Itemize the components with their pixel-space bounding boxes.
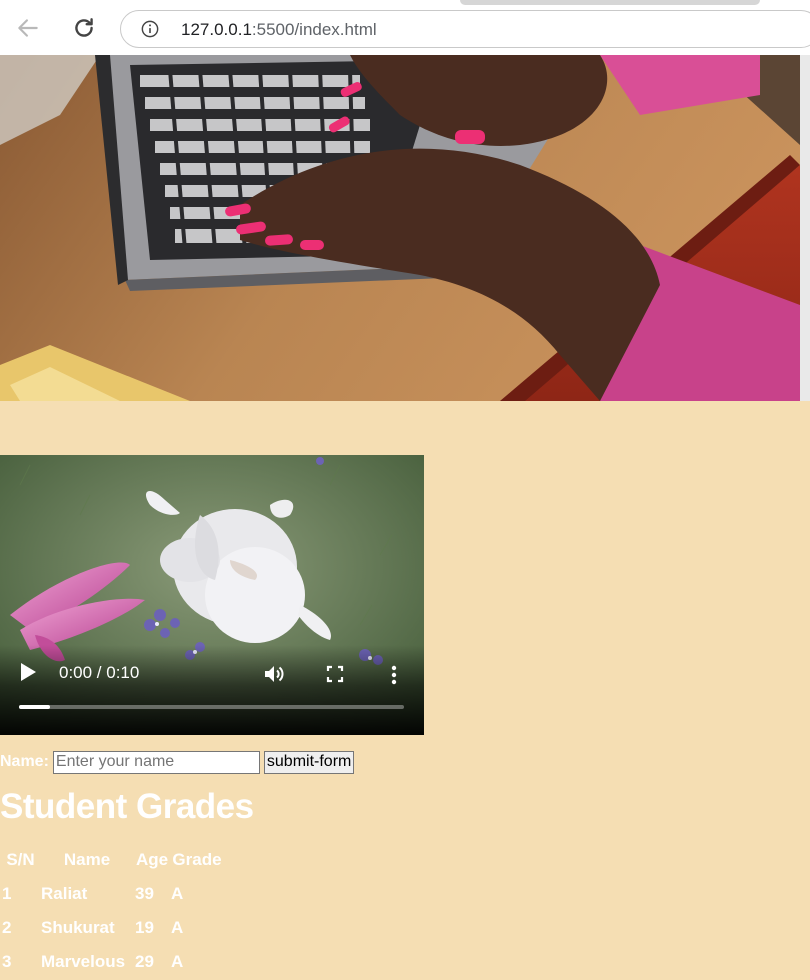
- url-path: :5500/index.html: [251, 20, 377, 39]
- name-input[interactable]: [52, 750, 260, 774]
- video-time: 0:00 / 0:10: [59, 663, 140, 682]
- arrow-left-icon: [18, 19, 38, 37]
- table-header-row: S/N Name Age Grade: [2, 844, 223, 876]
- column-header-grade: Grade: [172, 850, 222, 869]
- cell-grade: A: [171, 884, 184, 903]
- cell-grade: A: [171, 952, 184, 971]
- video-progress-fill: [19, 705, 50, 709]
- video-progress-bar[interactable]: [19, 705, 404, 709]
- name-form: Name: submit-form: [0, 750, 355, 774]
- cell-name: Shukurat: [41, 918, 115, 937]
- column-header-age: Age: [135, 850, 169, 869]
- grades-table: S/N Name Age Grade 1 Raliat 39 A 2 Shuku…: [0, 842, 225, 980]
- cell-age: 19: [135, 918, 154, 937]
- back-button[interactable]: [14, 14, 42, 42]
- grades-heading: Student Grades: [0, 787, 254, 826]
- submit-form-button[interactable]: submit-form: [263, 750, 355, 774]
- reload-button[interactable]: [70, 14, 98, 42]
- url-host: 127.0.0.1: [181, 20, 252, 39]
- cell-sn: 3: [2, 952, 12, 971]
- column-header-sn: S/N: [6, 850, 35, 869]
- fullscreen-icon[interactable]: [325, 664, 345, 684]
- cell-age: 39: [135, 884, 154, 903]
- tab-strip: [460, 0, 760, 5]
- cell-grade: A: [171, 918, 184, 937]
- address-bar[interactable]: 127.0.0.1:5500/index.html: [120, 10, 810, 48]
- table-row: 1 Raliat 39 A: [2, 878, 223, 910]
- cell-sn: 1: [2, 884, 12, 903]
- cell-name: Marvelous: [41, 952, 126, 971]
- cell-sn: 2: [2, 918, 12, 937]
- video-controls: [0, 645, 424, 735]
- column-header-name: Name: [63, 850, 111, 869]
- table-row: 2 Shukurat 19 A: [2, 912, 223, 944]
- hero-image: [0, 55, 800, 401]
- volume-icon[interactable]: [262, 662, 286, 686]
- cell-age: 29: [135, 952, 154, 971]
- video-player[interactable]: 0:00 / 0:10: [0, 455, 424, 735]
- info-icon[interactable]: [141, 20, 159, 38]
- name-label: Name:: [0, 753, 49, 770]
- reload-icon: [75, 18, 93, 37]
- url-text: 127.0.0.1:5500/index.html: [181, 20, 377, 40]
- scrollbar[interactable]: [800, 55, 810, 401]
- more-options-icon[interactable]: [387, 664, 401, 686]
- table-row: 3 Marvelous 29 A: [2, 946, 223, 978]
- browser-toolbar: 127.0.0.1:5500/index.html: [0, 0, 810, 55]
- cell-name: Raliat: [41, 884, 88, 903]
- laptop-typing-illustration: [0, 55, 800, 401]
- play-icon[interactable]: [18, 661, 38, 683]
